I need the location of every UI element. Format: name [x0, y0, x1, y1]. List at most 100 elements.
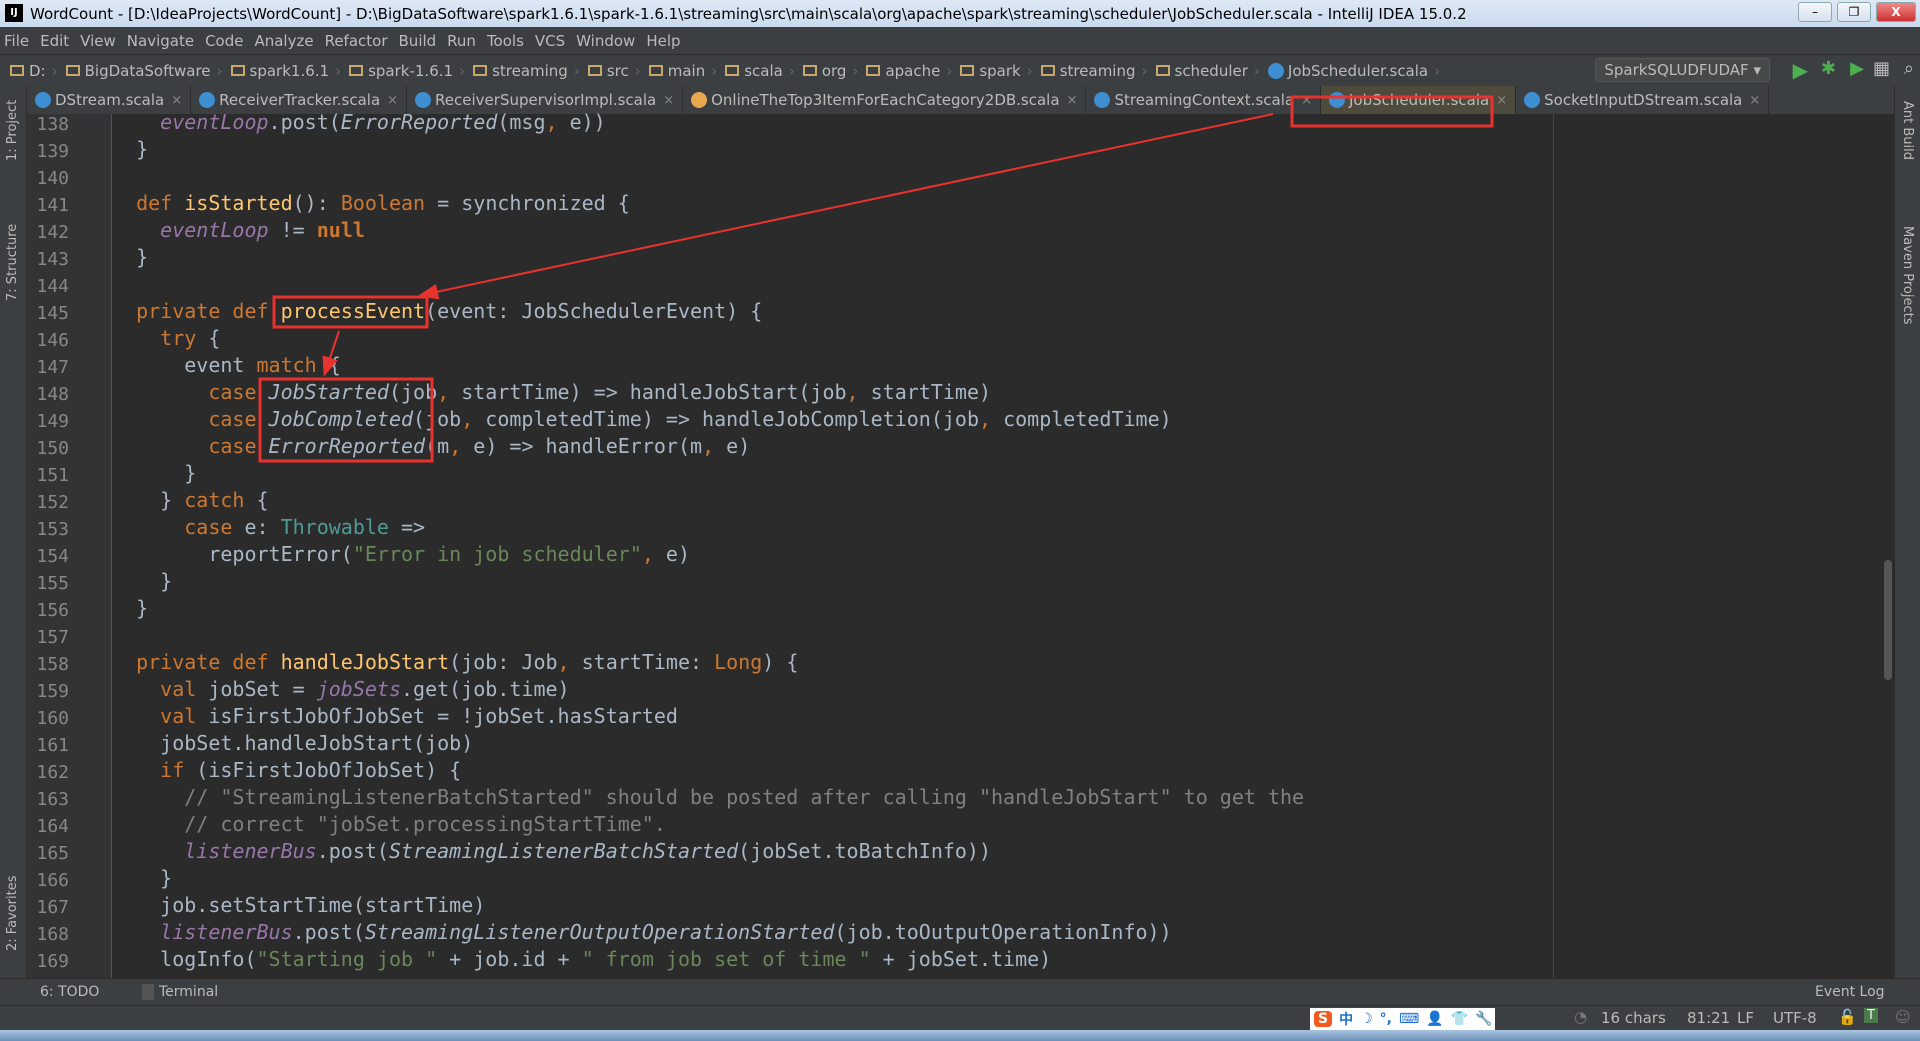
code-token: event [112, 353, 257, 377]
code-token: handleJobStart [280, 650, 450, 674]
breadcrumb-item[interactable]: BigDataSoftware › [65, 61, 223, 80]
breadcrumb-item[interactable]: spark-1.6.1 › [349, 62, 465, 80]
ime-icon-5[interactable]: 👤 [1426, 1011, 1443, 1027]
typo-icon[interactable]: T [1864, 1008, 1878, 1023]
code-line: eventLoop.post(ErrorReported(msg, e)) [112, 109, 606, 136]
code-token: (job [413, 407, 462, 431]
search-icon[interactable]: ⌕ [1904, 58, 1914, 79]
breadcrumb-item[interactable]: apache › [866, 62, 952, 80]
code-token: ErrorReported [268, 434, 426, 458]
menu-item-code[interactable]: Code [205, 32, 243, 50]
maven-projects-tool-button[interactable]: Maven Projects [1900, 226, 1915, 325]
breadcrumb-item[interactable]: streaming › [473, 62, 580, 80]
code-token: val [160, 704, 209, 728]
close-tab-icon[interactable]: × [171, 93, 182, 108]
close-tab-icon[interactable]: × [1067, 93, 1078, 108]
code-token: .get(job.time) [401, 677, 570, 701]
terminal-tool-button[interactable]: Terminal [142, 984, 218, 1000]
line-number: 162 [36, 762, 69, 783]
breadcrumb-item[interactable]: D: › [10, 62, 58, 80]
code-line: try { [112, 325, 220, 352]
lock-icon[interactable]: 🔓 [1838, 1008, 1857, 1026]
structure-tool-button[interactable]: 7: Structure [5, 224, 20, 301]
menu-item-file[interactable]: File [4, 32, 29, 50]
breadcrumb-label: D: [29, 61, 46, 80]
breadcrumb-label: BigDataSoftware [84, 61, 211, 80]
breadcrumb-label: scheduler [1174, 61, 1248, 80]
code-token: val [160, 677, 209, 701]
breadcrumb-label: scala [744, 61, 783, 80]
line-number: 152 [36, 492, 69, 513]
sogou-logo-icon[interactable]: S [1314, 1011, 1333, 1027]
restore-button[interactable]: ❐ [1837, 2, 1871, 22]
close-tab-icon[interactable]: × [387, 93, 398, 108]
project-structure-icon[interactable]: ▦ [1873, 58, 1890, 79]
close-tab-icon[interactable]: × [1749, 93, 1760, 108]
minimize-button[interactable]: – [1798, 2, 1832, 22]
debug-icon[interactable]: ✱ [1821, 58, 1836, 79]
ime-toolbar[interactable]: S 中 ☽ °, ⌨ 👤 👕 🔧 [1310, 1008, 1495, 1030]
file-encoding[interactable]: UTF-8 [1773, 1009, 1817, 1027]
run-icon[interactable]: ▶ [1793, 58, 1808, 82]
code-token: startTime) [858, 380, 992, 404]
ime-icon-7[interactable]: 🔧 [1475, 1011, 1492, 1027]
breadcrumb-item[interactable]: scala › [725, 62, 795, 80]
hector-icon[interactable]: ☺ [1895, 1008, 1911, 1026]
caret-position[interactable]: 81:21 [1687, 1009, 1730, 1027]
menu-item-tools[interactable]: Tools [487, 32, 524, 50]
menu-item-window[interactable]: Window [576, 32, 635, 50]
menu-item-help[interactable]: Help [646, 32, 680, 50]
menu-item-build[interactable]: Build [399, 32, 437, 50]
tab-label: OnlineTheTop3ItemForEachCategory2DB.scal… [711, 91, 1060, 109]
code-token: case [208, 434, 269, 458]
breadcrumb-item[interactable]: org › [802, 62, 858, 80]
menu-item-run[interactable]: Run [447, 32, 476, 50]
menu-item-refactor[interactable]: Refactor [325, 32, 388, 50]
breadcrumb-item[interactable]: src › [587, 62, 641, 80]
ant-build-tool-button[interactable]: Ant Build [1900, 101, 1915, 160]
run-config-select[interactable]: SparkSQLUDFUDAF ▾ [1595, 58, 1770, 82]
close-tab-icon[interactable]: × [1301, 93, 1312, 108]
menu-item-analyze[interactable]: Analyze [254, 32, 313, 50]
breadcrumb-item[interactable]: scheduler › [1155, 61, 1260, 80]
memory-indicator-icon[interactable]: ◔ [1574, 1008, 1587, 1026]
todo-tool-button[interactable]: 6: TODO [40, 984, 99, 1000]
scala-class-icon [35, 92, 51, 108]
line-number: 164 [36, 816, 69, 837]
code-token: , [449, 434, 462, 458]
breadcrumb-item[interactable]: streaming › [1040, 62, 1148, 80]
tab-socketinputdstream[interactable]: SocketInputDStream.scala × [1516, 86, 1770, 114]
code-line: } [112, 244, 148, 271]
title-bar: IJ WordCount - [D:\IdeaProjects\WordCoun… [0, 0, 1920, 27]
ime-icon-4[interactable]: ⌨ [1399, 1011, 1419, 1027]
breadcrumb-item[interactable]: main › [648, 62, 717, 80]
menu-item-view[interactable]: View [80, 32, 116, 50]
coverage-icon[interactable]: ▶ [1850, 58, 1864, 79]
menu-item-navigate[interactable]: Navigate [127, 32, 194, 50]
close-tab-icon[interactable]: × [663, 93, 674, 108]
ime-icon-3[interactable]: °, [1380, 1011, 1392, 1027]
code-token: , [979, 407, 992, 431]
ime-icon-1[interactable]: 中 [1339, 1009, 1353, 1029]
breadcrumb-item[interactable]: spark › [960, 62, 1033, 80]
code-token: jobSet.handleJobStart(job) [112, 731, 474, 755]
ime-icon-6[interactable]: 👕 [1451, 1011, 1468, 1027]
close-button[interactable]: X [1876, 2, 1916, 22]
event-log-button[interactable]: Event Log [1815, 984, 1885, 1000]
code-token: ErrorReported [340, 110, 498, 134]
breadcrumb-item[interactable]: JobScheduler.scala › [1267, 62, 1440, 80]
menu-item-vcs[interactable]: VCS [535, 32, 565, 50]
project-tool-button[interactable]: 1: Project [5, 100, 20, 161]
ime-icon-2[interactable]: ☽ [1360, 1011, 1373, 1027]
line-separator[interactable]: LF [1737, 1009, 1754, 1027]
editor-scrollbar[interactable] [1884, 560, 1892, 680]
favorites-tool-button[interactable]: 2: Favorites [5, 875, 20, 951]
close-tab-icon[interactable]: × [1496, 93, 1507, 108]
code-token: StreamingListenerBatchStarted [388, 839, 739, 863]
breadcrumb-item[interactable]: spark1.6.1 › [230, 62, 341, 80]
code-editor[interactable]: eventLoop.post(ErrorReported(msg, e)) } … [112, 108, 1552, 978]
menu-item-edit[interactable]: Edit [40, 32, 69, 50]
